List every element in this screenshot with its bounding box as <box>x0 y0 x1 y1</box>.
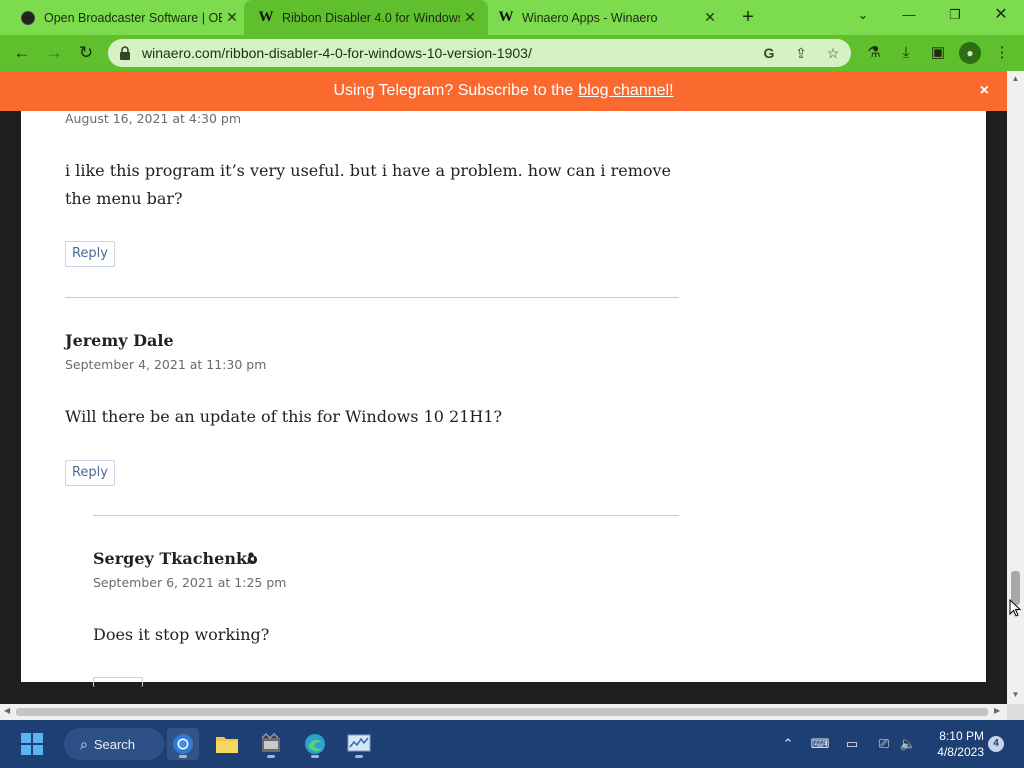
chrome-taskbar-icon[interactable] <box>167 728 199 760</box>
reply-button[interactable]: Reply <box>65 241 115 267</box>
minimize-button[interactable]: — <box>886 0 932 30</box>
tab-obs[interactable]: Open Broadcaster Software | OBS ✕ <box>0 0 250 35</box>
clock-date: 4/8/2023 <box>937 745 984 759</box>
forward-button[interactable]: → <box>42 41 66 65</box>
side-panel-icon[interactable]: ▣ <box>928 43 948 63</box>
banner-text: Using Telegram? Subscribe to the <box>333 82 574 99</box>
comment-text: i like this program it’s very useful. bu… <box>65 161 672 208</box>
windows-taskbar: ⌕ Search ⌃ ⌨ ▭ ⎚ 🔈 8:10 PM 4/8/2023 4 <box>0 720 1024 768</box>
comment-text: Does it stop working? <box>93 625 270 644</box>
back-button[interactable]: ← <box>10 41 34 65</box>
restore-button[interactable]: ❐ <box>932 0 978 30</box>
scroll-down-arrow[interactable]: ▼ <box>1007 690 1024 699</box>
tab-title: Ribbon Disabler 4.0 for Windows <box>282 10 460 25</box>
volume-icon[interactable]: 🔈 <box>898 734 918 754</box>
menu-kebab-icon[interactable]: ⋮ <box>992 43 1012 63</box>
comment-text: Will there be an update of this for Wind… <box>65 407 503 426</box>
comment-date[interactable]: September 6, 2021 at 1:25 pm <box>93 575 286 590</box>
reply-button[interactable]: Reply <box>65 460 115 486</box>
running-indicator <box>355 755 363 758</box>
winaero-icon: W <box>498 9 514 25</box>
google-icon[interactable]: G <box>759 43 779 63</box>
share-icon[interactable]: ⇪ <box>791 43 811 63</box>
running-indicator <box>267 755 275 758</box>
taskbar-search[interactable]: ⌕ Search <box>64 728 164 760</box>
file-explorer-taskbar-icon[interactable] <box>211 728 243 760</box>
profile-avatar-icon[interactable]: ● <box>959 42 981 64</box>
browser-toolbar: ← → ↻ winaero.com/ribbon-disabler-4-0-fo… <box>0 35 1024 71</box>
download-icon[interactable]: ⤓ <box>896 43 916 63</box>
hscroll-thumb[interactable] <box>16 708 988 716</box>
banner-close-icon[interactable]: × <box>980 82 989 100</box>
new-tab-button[interactable]: + <box>737 6 759 28</box>
close-tab-icon[interactable]: ✕ <box>222 9 242 26</box>
tab-search-icon[interactable]: ⌄ <box>840 0 886 30</box>
address-text: winaero.com/ribbon-disabler-4-0-for-wind… <box>142 45 532 61</box>
resource-monitor-taskbar-icon[interactable] <box>343 728 375 760</box>
search-icon: ⌕ <box>80 735 88 752</box>
start-button[interactable] <box>16 728 48 760</box>
obs-icon <box>20 10 36 26</box>
show-hidden-icons-chevron-icon[interactable]: ⌃ <box>778 734 798 754</box>
close-tab-icon[interactable]: ✕ <box>700 9 720 26</box>
comment-divider <box>65 297 679 298</box>
labs-flask-icon[interactable]: ⚗ <box>864 43 884 63</box>
movie-maker-taskbar-icon[interactable] <box>255 728 287 760</box>
tab-strip: Open Broadcaster Software | OBS ✕ W Ribb… <box>0 0 1024 35</box>
tab-winaero-apps[interactable]: W Winaero Apps - Winaero ✕ <box>488 0 728 35</box>
running-indicator <box>179 755 187 758</box>
reply-button-partial[interactable] <box>93 677 143 687</box>
comments-section: August 16, 2021 at 4:30 pm i like this p… <box>21 71 986 687</box>
lock-icon <box>120 46 130 60</box>
horizontal-scrollbar[interactable]: ◀ ▶ <box>0 704 1007 720</box>
edge-taskbar-icon[interactable] <box>299 728 331 760</box>
banner-link[interactable]: blog channel! <box>578 82 673 100</box>
winaero-icon: W <box>258 9 274 25</box>
edge-icon <box>305 734 325 754</box>
chrome-icon <box>173 734 193 754</box>
film-icon <box>261 733 280 752</box>
comment-author: Jeremy Dale <box>65 331 174 350</box>
telegram-banner: Using Telegram? Subscribe to the blog ch… <box>0 71 1007 111</box>
bookmark-star-icon[interactable]: ☆ <box>823 43 843 63</box>
running-indicator <box>311 755 319 758</box>
folder-icon <box>216 737 238 753</box>
tab-ribbon-disabler[interactable]: W Ribbon Disabler 4.0 for Windows ✕ <box>244 0 488 35</box>
windows-logo-icon <box>21 733 43 755</box>
clock-time: 8:10 PM <box>939 729 984 743</box>
display-icon[interactable]: ▭ <box>842 734 862 754</box>
monitor-chart-icon <box>347 734 371 752</box>
scroll-left-arrow[interactable]: ◀ <box>4 706 10 715</box>
system-clock[interactable]: 8:10 PM 4/8/2023 <box>926 728 984 760</box>
tab-title: Winaero Apps - Winaero <box>522 10 658 25</box>
notification-badge[interactable]: 4 <box>988 736 1004 752</box>
comment-divider <box>93 515 679 516</box>
network-icon[interactable]: ⎚ <box>874 734 894 754</box>
scroll-right-arrow[interactable]: ▶ <box>994 706 1000 715</box>
comment-author: Sergey Tkachenko <box>93 549 258 568</box>
keyboard-icon[interactable]: ⌨ <box>810 734 830 754</box>
search-label: Search <box>93 736 136 752</box>
close-tab-icon[interactable]: ✕ <box>460 9 480 26</box>
comment-date[interactable]: September 4, 2021 at 11:30 pm <box>65 357 266 372</box>
reload-button[interactable]: ↻ <box>74 41 98 65</box>
tab-title: Open Broadcaster Software | OBS <box>44 10 222 25</box>
comment-date[interactable]: August 16, 2021 at 4:30 pm <box>65 111 241 126</box>
page-viewport: Using Telegram? Subscribe to the blog ch… <box>0 71 1007 704</box>
mouse-cursor-icon <box>1009 599 1021 617</box>
scrollbar-corner <box>1007 704 1024 720</box>
scroll-up-arrow[interactable]: ▲ <box>1007 74 1024 83</box>
address-bar[interactable]: winaero.com/ribbon-disabler-4-0-for-wind… <box>108 39 851 67</box>
close-window-button[interactable]: ✕ <box>978 0 1024 30</box>
user-icon <box>246 552 256 564</box>
